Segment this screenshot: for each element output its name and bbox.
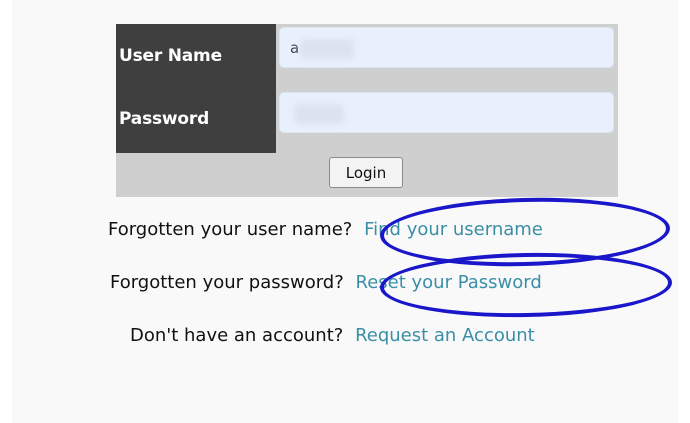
find-username-link[interactable]: Find your username	[364, 219, 543, 240]
username-label: User Name	[119, 46, 222, 66]
login-button[interactable]: Login	[329, 157, 403, 188]
login-page: User Name Password Login Forgotten your …	[0, 0, 690, 423]
request-account-link[interactable]: Request an Account	[355, 325, 535, 346]
password-label: Password	[119, 109, 210, 129]
request-account-row: Don't have an account? Request an Accoun…	[12, 325, 690, 346]
forgot-password-prompt: Forgotten your password?	[110, 272, 344, 293]
redacted-password-mask	[294, 104, 344, 124]
reset-password-link[interactable]: Reset your Password	[356, 272, 542, 293]
login-form: User Name Password Login	[116, 24, 618, 197]
forgot-username-row: Forgotten your user name? Find your user…	[12, 219, 690, 240]
redacted-username-mask	[300, 39, 354, 59]
label-column: User Name Password	[116, 24, 276, 153]
no-account-prompt: Don't have an account?	[130, 325, 344, 346]
forgot-password-row: Forgotten your password? Reset your Pass…	[12, 272, 690, 293]
forgot-username-prompt: Forgotten your user name?	[108, 219, 353, 240]
